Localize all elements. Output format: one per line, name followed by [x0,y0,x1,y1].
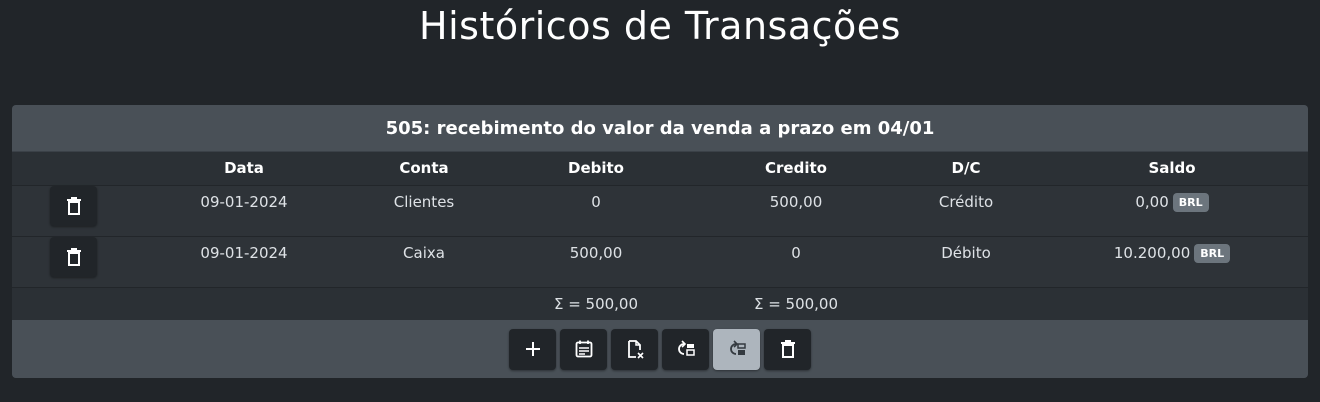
cell-credito: 0 [696,236,896,288]
cell-data: 09-01-2024 [136,236,352,288]
total-debito: Σ = 500,00 [496,287,696,321]
cell-dc: Crédito [896,185,1036,237]
column-header-credito: Credito [696,152,896,186]
cell-debito: 500,00 [496,236,696,288]
toolbar [12,320,1308,378]
table-header-row: Data Conta Debito Credito D/C Saldo [12,152,1308,186]
cell-dc: Débito [896,236,1036,288]
file-x-icon [627,340,644,359]
column-header-data: Data [136,152,352,186]
delete-row-button[interactable] [50,185,97,226]
saldo-value: 10.200,00 [1113,243,1191,262]
table-row: 09-01-2024 Clientes 0 500,00 Crédito 0,0… [12,185,1308,237]
remove-file-button[interactable] [611,328,658,370]
page-title: Históricos de Transações [419,4,901,48]
transaction-header: 505: recebimento do valor da venda a pra… [12,105,1308,152]
cell-saldo: 10.200,00 BRL [1036,236,1308,288]
trash-icon [780,340,795,358]
column-header-dc: D/C [896,152,1036,186]
totals-row: Σ = 500,00 Σ = 500,00 [12,287,1308,321]
redo-button[interactable] [713,328,760,370]
saldo-value: 0,00 [1135,192,1169,211]
column-header-debito: Debito [496,152,696,186]
cell-credito: 500,00 [696,185,896,237]
cell-conta: Clientes [352,185,496,237]
arrow-right-layout-icon [729,340,746,355]
plus-icon [525,342,540,356]
column-header-actions [12,152,136,186]
add-entry-button[interactable] [509,328,556,370]
date-button[interactable] [560,328,607,370]
reverse-button[interactable] [662,328,709,370]
calendar-icon [575,340,592,358]
trash-icon [66,196,81,215]
delete-transaction-button[interactable] [764,328,811,370]
column-header-conta: Conta [352,152,496,186]
cell-conta: Caixa [352,236,496,288]
cell-debito: 0 [496,185,696,237]
currency-badge: BRL [1172,192,1209,212]
trash-icon [66,247,81,266]
entries-table: Data Conta Debito Credito D/C Saldo 09-0… [12,152,1308,321]
cell-saldo: 0,00 BRL [1036,185,1308,237]
total-credito: Σ = 500,00 [696,287,896,321]
transaction-card: 505: recebimento do valor da venda a pra… [12,105,1308,378]
column-header-saldo: Saldo [1036,152,1308,186]
arrow-left-layout-icon [677,340,695,356]
cell-data: 09-01-2024 [136,185,352,237]
table-row: 09-01-2024 Caixa 500,00 0 Débito 10.200,… [12,236,1308,288]
currency-badge: BRL [1194,243,1231,263]
delete-row-button[interactable] [50,236,97,277]
